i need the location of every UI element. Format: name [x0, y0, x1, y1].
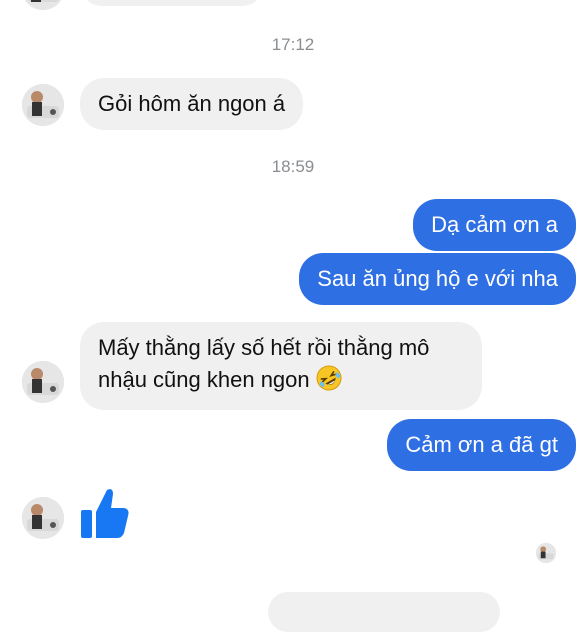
message-outgoing[interactable]: Dạ cảm ơn a [413, 199, 576, 251]
thumbs-up-icon[interactable] [80, 486, 130, 545]
contact-avatar[interactable] [22, 361, 64, 403]
message-incoming-multiline[interactable]: Mấy thằng lấy số hết rồi thằng mô nhậu c… [80, 322, 482, 410]
message-bubble-incoming-partial[interactable] [268, 592, 500, 632]
message-line-with-emoji: nhậu cũng khen ngon [98, 364, 464, 400]
rolling-on-floor-laughing-emoji [316, 365, 342, 400]
contact-avatar[interactable] [22, 84, 64, 126]
message-outgoing[interactable]: Cảm ơn a đã gt [387, 419, 576, 471]
message-line: Mấy thằng lấy số hết rồi thằng mô [98, 335, 430, 360]
message-text: nhậu cũng khen ngon [98, 367, 310, 392]
read-receipt-avatar [536, 543, 556, 563]
message-outgoing[interactable]: Sau ăn ủng hộ e với nha [299, 253, 576, 305]
message-bubble-incoming-partial[interactable] [80, 0, 264, 6]
timestamp: 17:12 [271, 35, 315, 54]
contact-avatar[interactable] [22, 497, 64, 539]
contact-avatar[interactable] [22, 0, 64, 10]
timestamp: 18:59 [271, 157, 315, 176]
message-incoming[interactable]: Gỏi hôm ăn ngon á [80, 78, 304, 130]
